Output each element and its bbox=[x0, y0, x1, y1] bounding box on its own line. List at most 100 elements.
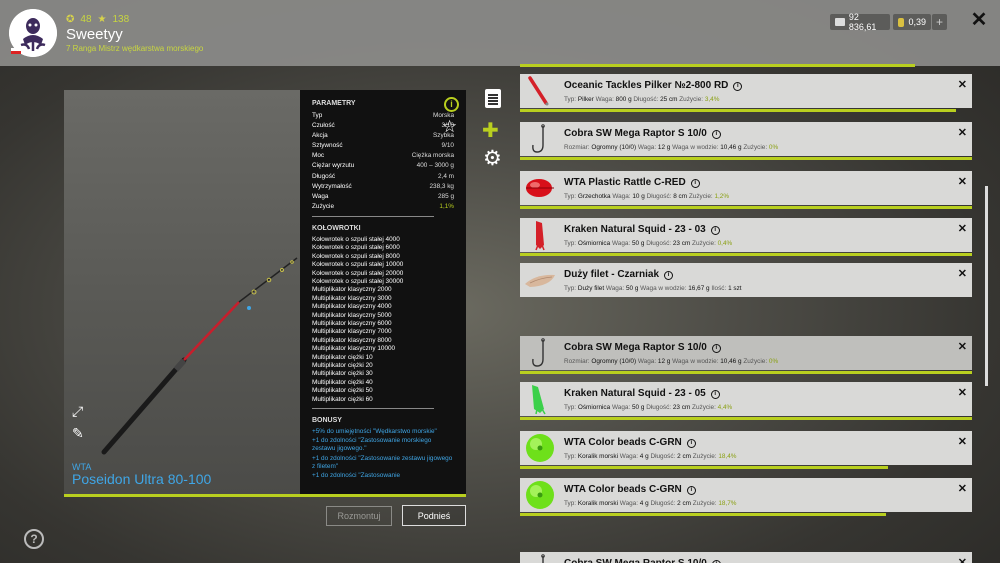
player-stats: ✪ 48 ★ 138 bbox=[66, 14, 129, 25]
reel-item: Kołowrotek o szpuli stałej 8000 bbox=[312, 252, 400, 260]
remove-item-icon[interactable]: ✕ bbox=[958, 222, 967, 235]
item-name: Kraken Natural Squid - 23 - 05 i bbox=[564, 388, 720, 399]
item-name-text: Duży filet - Czarniak bbox=[564, 269, 660, 280]
param-value: 400 – 3000 g bbox=[416, 162, 454, 170]
pick-up-button[interactable]: Podnieś bbox=[402, 505, 466, 526]
remove-item-icon[interactable]: ✕ bbox=[958, 556, 967, 563]
detail-label: Waga w wodzie: bbox=[672, 358, 721, 365]
divider bbox=[312, 408, 434, 410]
detail-label: Waga w wodzie: bbox=[672, 144, 721, 151]
help-icon[interactable]: ? bbox=[24, 529, 44, 549]
list-item[interactable]: Oceanic Tackles Pilker №2-800 RD i Typ: Pi… bbox=[520, 74, 972, 108]
detail-label: Typ: bbox=[564, 193, 578, 200]
list-item[interactable]: WTA Color beads C-GRN i Typ: Koralik morsk… bbox=[520, 431, 972, 465]
item-info-icon[interactable]: i bbox=[686, 439, 696, 448]
list-item[interactable]: Cobra SW Mega Raptor S 10/0 i Rozmiar: Ogr… bbox=[520, 336, 972, 370]
reel-item: Multiplikator klasyczny 5000 bbox=[312, 311, 392, 319]
param-label: Czułość bbox=[312, 122, 335, 130]
money-value: 92 836,61 bbox=[848, 12, 877, 32]
item-details: Typ: Duży filet Waga: 50 g Waga w wodzie… bbox=[564, 285, 742, 292]
parameters-panel[interactable]: PARAMETRY Typ Morska Czułość 3/10 Akcja Szybk… bbox=[300, 90, 466, 495]
gear-icon[interactable]: ⚙ bbox=[483, 146, 502, 171]
item-name: Duży filet - Czarniak i bbox=[564, 269, 674, 280]
item-info-icon[interactable]: i bbox=[710, 226, 720, 235]
reel-item: Multiplikator klasyczny 8000 bbox=[312, 336, 392, 344]
remove-item-icon[interactable]: ✕ bbox=[958, 267, 967, 280]
param-row: Zużycie 1,1% bbox=[312, 202, 454, 212]
detail-label: Zużycie: bbox=[692, 453, 719, 460]
scrollbar[interactable] bbox=[985, 186, 988, 386]
remove-item-icon[interactable]: ✕ bbox=[958, 482, 967, 495]
info-icon[interactable]: i bbox=[444, 97, 459, 112]
remove-item-icon[interactable]: ✕ bbox=[958, 78, 967, 91]
detail-label: Długość: bbox=[650, 500, 678, 507]
durability-bar bbox=[520, 513, 886, 516]
item-name: Cobra SW Mega Raptor S 10/0 i bbox=[564, 342, 721, 353]
disassemble-button[interactable]: Rozmontuj bbox=[326, 506, 392, 526]
list-item[interactable]: Kraken Natural Squid - 23 - 05 i Typ: Ośmi… bbox=[520, 382, 972, 416]
detail-value: 50 g bbox=[631, 240, 645, 247]
tackle-list[interactable]: Oceanic Tackles Pilker №2-800 RD i Typ: Pi… bbox=[520, 74, 972, 563]
detail-label: Zużycie: bbox=[743, 358, 769, 365]
reel-item: Multiplikator ciężki 30 bbox=[312, 370, 373, 378]
reel-item: Multiplikator klasyczny 3000 bbox=[312, 294, 392, 302]
detail-value: Ogromny (10/0) bbox=[591, 358, 637, 365]
detail-label: Waga: bbox=[611, 404, 632, 411]
reel-item: Multiplikator ciężki 50 bbox=[312, 387, 373, 395]
list-item[interactable]: WTA Plastic Rattle C-RED i Typ: Grzechotka… bbox=[520, 171, 972, 205]
item-info-icon[interactable]: i bbox=[690, 179, 700, 188]
param-row: Wytrzymałość 238,3 kg bbox=[312, 182, 454, 192]
item-info-icon[interactable]: i bbox=[733, 82, 743, 91]
remove-item-icon[interactable]: ✕ bbox=[958, 386, 967, 399]
list-item[interactable]: Duży filet - Czarniak i Typ: Duży filet Wa… bbox=[520, 263, 972, 297]
detail-value: Duży filet bbox=[577, 285, 605, 292]
durability-bar bbox=[520, 371, 972, 374]
item-name: Oceanic Tackles Pilker №2-800 RD i bbox=[564, 80, 743, 91]
remove-item-icon[interactable]: ✕ bbox=[958, 340, 967, 353]
reels-title: KOŁOWROTKI bbox=[312, 224, 361, 232]
item-thumbnail bbox=[522, 337, 558, 369]
remove-item-icon[interactable]: ✕ bbox=[958, 175, 967, 188]
list-item[interactable]: Kraken Natural Squid - 23 - 03 i Typ: Ośmi… bbox=[520, 218, 972, 252]
add-currency-button[interactable]: + bbox=[932, 14, 947, 30]
remove-item-icon[interactable]: ✕ bbox=[958, 435, 967, 448]
durability-bar bbox=[520, 253, 972, 256]
edit-icon[interactable]: ✎ bbox=[72, 425, 88, 441]
item-name-text: WTA Plastic Rattle C-RED bbox=[564, 177, 686, 188]
item-name-text: Cobra SW Mega Raptor S 10/0 bbox=[564, 558, 707, 563]
item-info-icon[interactable]: i bbox=[711, 344, 721, 353]
list-item[interactable]: Cobra SW Mega Raptor S 10/0 i Rozmiar: Ogr… bbox=[520, 122, 972, 156]
item-name-text: Cobra SW Mega Raptor S 10/0 bbox=[564, 128, 707, 139]
detail-label: Zużycie: bbox=[743, 144, 769, 151]
item-info-icon[interactable]: i bbox=[664, 271, 674, 280]
detail-label: Waga: bbox=[637, 358, 658, 365]
document-icon[interactable] bbox=[485, 89, 501, 108]
detail-value: 10,46 g bbox=[720, 144, 742, 151]
flag-icon bbox=[11, 48, 21, 54]
reel-item: Kołowrotek o szpuli stałej 6000 bbox=[312, 244, 400, 252]
detail-label: Typ: bbox=[564, 500, 578, 507]
list-item[interactable]: Cobra SW Mega Raptor S 10/0i ✕ bbox=[520, 552, 972, 563]
close-icon[interactable]: ✕ bbox=[969, 10, 989, 30]
detail-value: 2 cm bbox=[677, 453, 691, 460]
item-name: Kraken Natural Squid - 23 - 03 i bbox=[564, 224, 720, 235]
remove-item-icon[interactable]: ✕ bbox=[958, 126, 967, 139]
favorite-star-icon[interactable]: ☆ bbox=[442, 117, 457, 137]
item-info-icon[interactable]: i bbox=[686, 486, 696, 495]
reel-item: Multiplikator ciężki 10 bbox=[312, 353, 373, 361]
item-thumbnail bbox=[522, 219, 558, 251]
puzzle-icon[interactable]: ✚ bbox=[482, 118, 499, 143]
durability-bar bbox=[520, 417, 972, 420]
item-info-icon[interactable]: i bbox=[711, 130, 721, 139]
detail-label: Rozmiar: bbox=[564, 358, 592, 365]
detail-label: Waga: bbox=[637, 144, 658, 151]
item-info-icon[interactable]: i bbox=[710, 390, 720, 399]
expand-icon[interactable]: ⤢ bbox=[72, 403, 88, 419]
detail-value: 18,7% bbox=[718, 500, 737, 507]
stat-level: 48 bbox=[80, 14, 92, 25]
item-name: Cobra SW Mega Raptor S 10/0 i bbox=[564, 128, 721, 139]
detail-label: Typ: bbox=[564, 96, 578, 103]
detail-label: Zużycie: bbox=[692, 240, 718, 247]
list-item[interactable]: WTA Color beads C-GRN i Typ: Koralik morsk… bbox=[520, 478, 972, 512]
param-row: Moc Ciężka morska bbox=[312, 151, 454, 161]
